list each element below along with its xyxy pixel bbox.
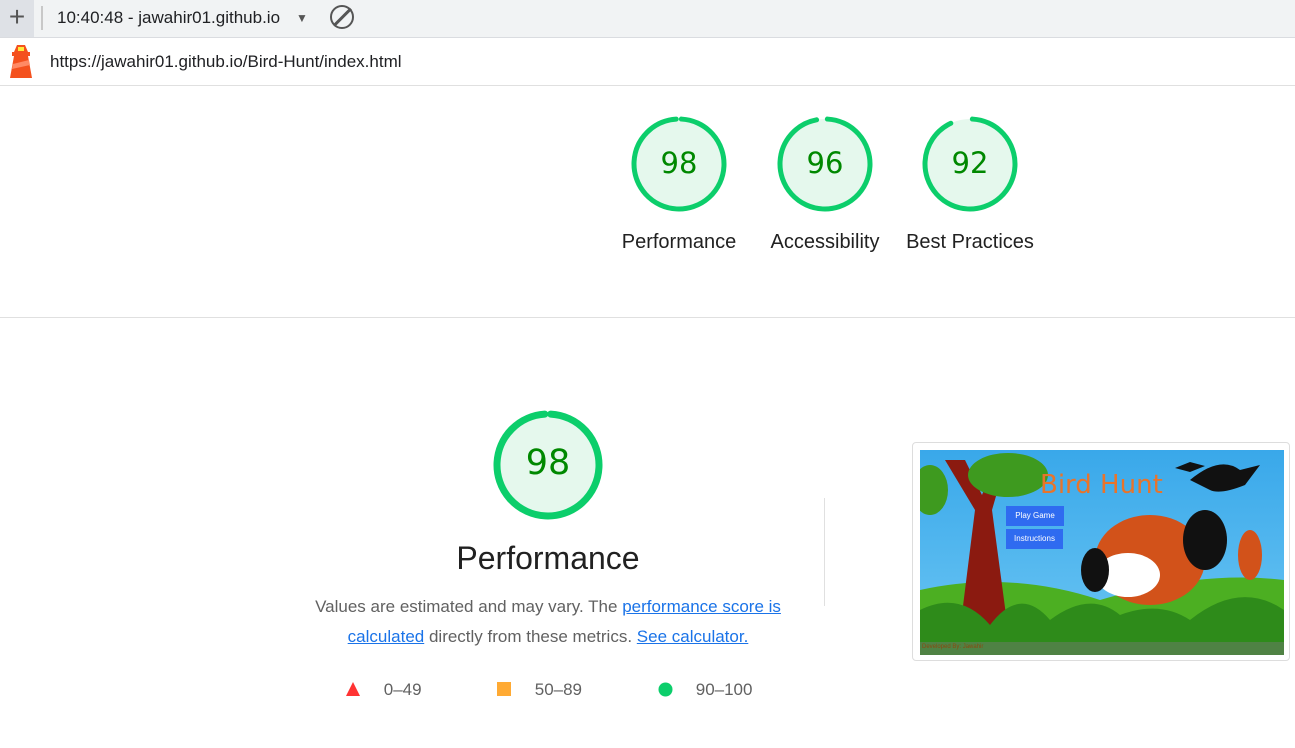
score-label[interactable]: Accessibility [760, 228, 890, 257]
score-label[interactable]: Performance [614, 228, 744, 257]
score-value: 92 [951, 146, 989, 181]
score-gauge[interactable]: 98 [629, 114, 729, 214]
toolbar: + 10:40:48 - jawahir01.github.io ▼ [0, 0, 1295, 38]
see-calculator-link[interactable]: See calculator. [637, 627, 749, 646]
report-select[interactable]: 10:40:48 - jawahir01.github.io [57, 8, 280, 28]
final-screenshot[interactable]: Bird Hunt Play Game Instructions Develop… [912, 442, 1290, 661]
divider [0, 317, 1295, 318]
score-gauge[interactable]: 96 [775, 114, 875, 214]
score-gauge[interactable]: 92 [920, 114, 1020, 214]
performance-title: Performance [456, 540, 640, 576]
score-value: 98 [660, 146, 698, 181]
legend-label: 50–89 [534, 680, 583, 699]
performance-description: Values are estimated and may vary. The p… [298, 592, 798, 652]
legend-average: 50–89 [497, 680, 582, 700]
url-bar: https://jawahir01.github.io/Bird-Hunt/in… [0, 38, 1295, 86]
score-value: 98 [525, 443, 571, 484]
legend-fail: 0–49 [345, 680, 422, 700]
page-url[interactable]: https://jawahir01.github.io/Bird-Hunt/in… [50, 52, 402, 72]
triangle-icon [346, 682, 360, 696]
score-value: 96 [806, 146, 844, 181]
plus-icon[interactable]: + [0, 0, 34, 37]
play-game-button: Play Game [1006, 506, 1064, 526]
legend-label: 0–49 [383, 680, 422, 699]
game-footer: Developed By: Jawahir [922, 644, 984, 650]
square-icon [497, 682, 511, 696]
legend-label: 90–100 [695, 680, 753, 699]
score-label[interactable]: Best Practices [905, 228, 1035, 257]
score-gauge[interactable]: 98 [490, 407, 606, 523]
divider [41, 6, 43, 30]
game-title: Bird Hunt [1040, 470, 1163, 500]
circle-icon [658, 682, 673, 697]
desc-text: directly from these metrics. [424, 627, 637, 646]
legend-pass: 90–100 [658, 680, 752, 700]
screenshot-image: Bird Hunt Play Game Instructions Develop… [920, 450, 1284, 655]
divider [824, 498, 825, 606]
instructions-button: Instructions [1006, 529, 1063, 549]
desc-text: Values are estimated and may vary. The [315, 597, 623, 616]
lighthouse-icon [10, 45, 32, 78]
block-icon[interactable] [330, 5, 354, 29]
caret-down-icon[interactable]: ▼ [296, 11, 308, 25]
